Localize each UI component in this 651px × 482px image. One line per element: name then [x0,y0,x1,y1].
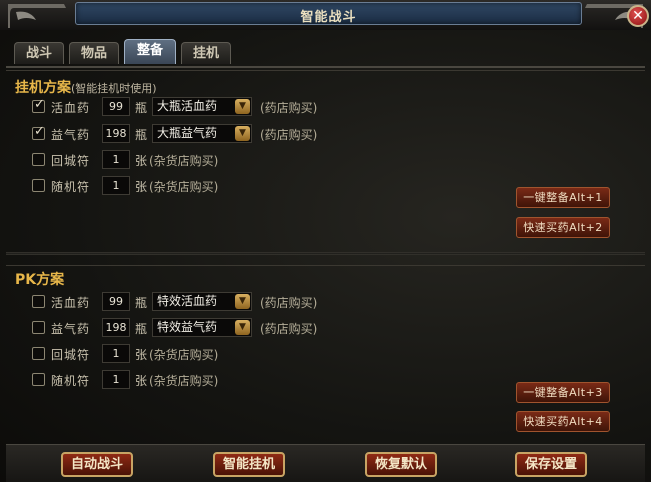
select-value: 大瓶益气药 [157,126,218,140]
title-bar: 智能战斗 ✕ [0,0,651,30]
section-title-text: 挂机方案 [15,80,71,96]
item-label: 活血药 [51,101,91,115]
source-note: (杂货店购买) [149,180,219,194]
quantity-input[interactable]: 198 [102,318,130,337]
quantity-input[interactable]: 1 [102,150,130,169]
quantity-input[interactable]: 1 [102,370,130,389]
item-label: 回城符 [51,154,91,168]
select-value: 特效益气药 [157,320,218,334]
chevron-down-icon: ▼ [235,294,250,309]
select-value: 特效活血药 [157,294,218,308]
quick-buy-button[interactable]: 快速买药Alt+4 [516,411,610,432]
unit-label: 瓶 [135,322,148,336]
auto-prepare-button[interactable]: 一键整备Alt+3 [516,382,610,403]
row-random-scroll: 随机符 1 张 (杂货店购买) [32,175,452,197]
smart-idle-button[interactable]: 智能挂机 [213,452,285,477]
close-icon: ✕ [632,8,644,24]
item-label: 随机符 [51,180,91,194]
item-select[interactable]: 特效益气药 ▼ [152,318,252,337]
tab-idle[interactable]: 挂机 [181,42,231,64]
item-label: 活血药 [51,296,91,310]
row-return-scroll: 回城符 1 张 (杂货店购买) [32,149,452,171]
auto-battle-button[interactable]: 自动战斗 [61,452,133,477]
unit-label: 张 [135,348,148,362]
title-panel: 智能战斗 [75,2,582,25]
row-return-scroll: 回城符 1 张 (杂货店购买) [32,343,452,365]
unit-label: 瓶 [135,296,148,310]
check-icon: ✓ [34,124,45,139]
section-note: (智能挂机时使用) [71,82,157,95]
section-title-text: PK方案 [15,272,65,288]
section-title: 挂机方案(智能挂机时使用) [15,77,157,97]
hp-potion-checkbox[interactable] [32,295,45,308]
unit-label: 张 [135,154,148,168]
idle-plan-panel: 挂机方案(智能挂机时使用) ✓ 活血药 99 瓶 大瓶活血药 ▼ (药店购买) ✓… [6,70,645,250]
item-label: 益气药 [51,322,91,336]
unit-label: 张 [135,374,148,388]
item-select[interactable]: 特效活血药 ▼ [152,292,252,311]
chevron-down-icon: ▼ [235,320,250,335]
item-select[interactable]: 大瓶益气药 ▼ [152,124,252,143]
quantity-input[interactable]: 198 [102,124,130,143]
item-label: 益气药 [51,128,91,142]
select-value: 大瓶活血药 [157,99,218,113]
row-mp-potion: ✓ 益气药 198 瓶 大瓶益气药 ▼ (药店购买) [32,123,452,145]
section-title: PK方案 [15,269,64,289]
quantity-input[interactable]: 99 [102,292,130,311]
bottom-bar: 自动战斗 智能挂机 恢复默认 保存设置 [6,444,645,482]
source-note: (杂货店购买) [149,348,219,362]
auto-prepare-button[interactable]: 一键整备Alt+1 [516,187,610,208]
row-hp-potion: 活血药 99 瓶 特效活血药 ▼ (药店购买) [32,291,452,313]
row-mp-potion: 益气药 198 瓶 特效益气药 ▼ (药店购买) [32,317,452,339]
window-title: 智能战斗 [300,10,357,25]
tab-items[interactable]: 物品 [69,42,119,64]
quantity-input[interactable]: 1 [102,176,130,195]
chevron-down-icon: ▼ [235,126,250,141]
quick-buy-button[interactable]: 快速买药Alt+2 [516,217,610,238]
random-scroll-checkbox[interactable] [32,179,45,192]
source-note: (药店购买) [260,296,318,310]
return-scroll-checkbox[interactable] [32,347,45,360]
hp-potion-checkbox[interactable]: ✓ [32,97,45,113]
quantity-input[interactable]: 99 [102,97,130,116]
quantity-input[interactable]: 1 [102,344,130,363]
close-button[interactable]: ✕ [627,5,649,27]
tab-prepare[interactable]: 整备 [124,39,176,64]
row-hp-potion: ✓ 活血药 99 瓶 大瓶活血药 ▼ (药店购买) [32,96,452,118]
source-note: (杂货店购买) [149,374,219,388]
section-divider [6,252,645,255]
mp-potion-checkbox[interactable]: ✓ [32,124,45,140]
source-note: (药店购买) [260,101,318,115]
settings-window: 智能战斗 ✕ 战斗 物品 整备 挂机 挂机方案(智能挂机时使用) ✓ 活血药 9… [0,0,651,482]
pk-plan-panel: PK方案 活血药 99 瓶 特效活血药 ▼ (药店购买) 益气药 198 瓶 特效… [6,265,645,443]
item-label: 随机符 [51,374,91,388]
ornament-left-icon [8,4,66,28]
tab-divider [6,66,645,68]
unit-label: 瓶 [135,101,148,115]
source-note: (杂货店购买) [149,154,219,168]
mp-potion-checkbox[interactable] [32,321,45,334]
tab-battle[interactable]: 战斗 [14,42,64,64]
save-settings-button[interactable]: 保存设置 [515,452,587,477]
chevron-down-icon: ▼ [235,99,250,114]
random-scroll-checkbox[interactable] [32,373,45,386]
unit-label: 张 [135,180,148,194]
item-label: 回城符 [51,348,91,362]
return-scroll-checkbox[interactable] [32,153,45,166]
unit-label: 瓶 [135,128,148,142]
item-select[interactable]: 大瓶活血药 ▼ [152,97,252,116]
source-note: (药店购买) [260,128,318,142]
restore-defaults-button[interactable]: 恢复默认 [365,452,437,477]
check-icon: ✓ [34,97,45,112]
source-note: (药店购买) [260,322,318,336]
row-random-scroll: 随机符 1 张 (杂货店购买) [32,369,452,391]
